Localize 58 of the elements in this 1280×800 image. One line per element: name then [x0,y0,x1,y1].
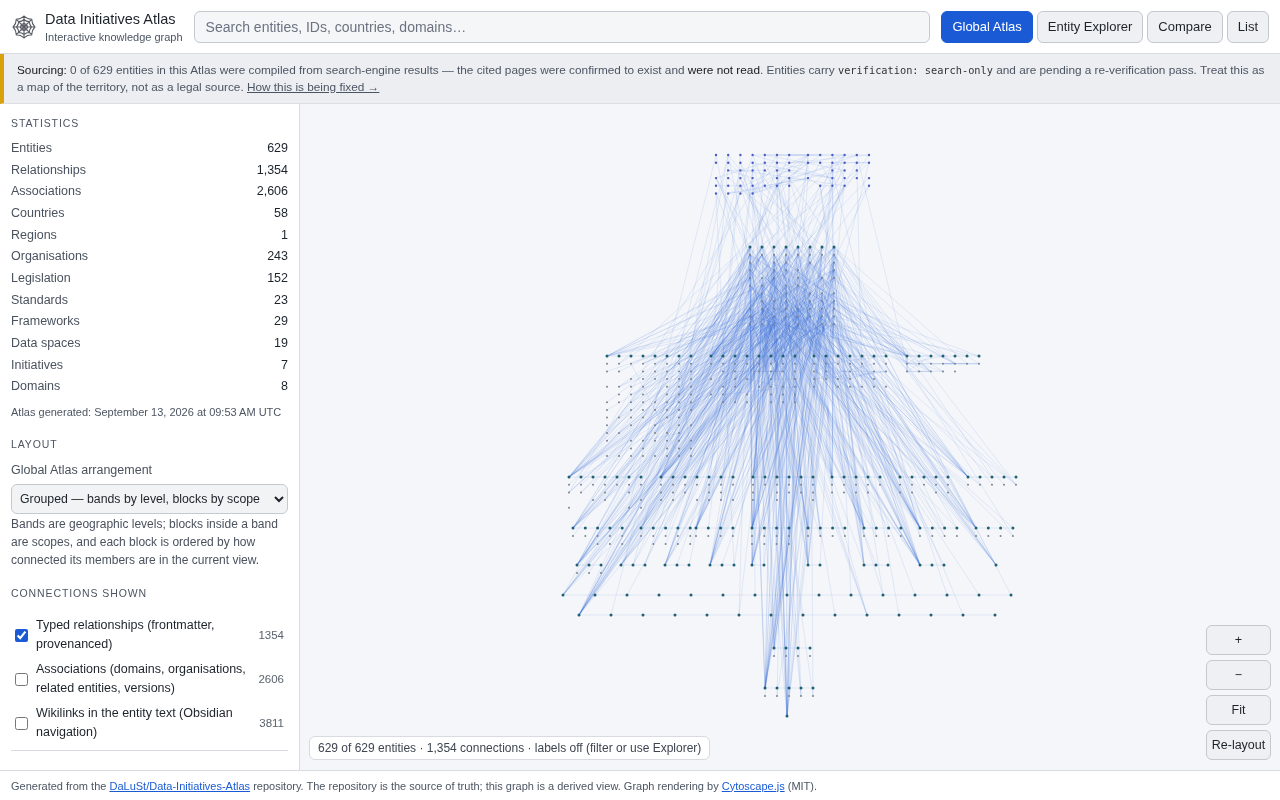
footer-text: Generated from the DaLuSt/Data-Initiatives-Atlas repository. The repository is the source of truth; this graph is a derived view. Graph rendering by Cytoscape.js (MIT). [11,778,818,793]
connection-checkbox[interactable] [15,672,28,686]
stat-value: 1,354 [256,162,288,177]
stat-value: 1 [281,227,288,242]
stat-value: 29 [274,314,288,329]
nav-tab[interactable]: Compare [1147,10,1223,43]
stat-value: 23 [274,292,288,307]
connection-count: 2606 [258,673,285,686]
arrangement-select[interactable]: Grouped — bands by level, blocks by scope [11,484,288,515]
connection-label: Wikilinks in the entity text (Obsidian navigation) [36,705,234,742]
nav-tab[interactable]: List [1226,10,1269,43]
stat-label: Domains [11,379,61,394]
stat-label: Data spaces [11,336,81,351]
stat-label: Organisations [11,249,89,264]
stat-label: Frameworks [11,314,80,329]
stat-value: 7 [281,357,288,372]
stat-value: 58 [274,205,288,220]
section-heading: STATISTICS [11,116,80,130]
stat-label: Initiatives [11,357,64,372]
graph-control-button[interactable]: − [1206,660,1271,690]
stat-value: 19 [274,336,288,351]
connection-count: 1354 [258,629,285,642]
graph-status: 629 of 629 entities · 1,354 connections · labels off (filter or use Explorer) [309,736,711,760]
section-heading: CONNECTIONS SHOWN [11,586,148,601]
stat-value: 152 [267,270,288,285]
nav-tab[interactable]: Global Atlas [941,10,1033,43]
footer-link[interactable]: Cytoscape.js [721,779,785,792]
connection-label: Associations (domains, organisations, related entities, versions) [36,661,247,698]
stat-label: Countries [11,205,65,220]
stat-label: Relationships [11,162,87,177]
stat-label: Legislation [11,270,71,285]
stat-value: 629 [267,140,288,155]
nav-tab[interactable]: Entity Explorer [1036,10,1144,43]
sourcing-notice: Sourcing: 0 of 629 entities in this Atlas were compiled from search-engine results — the cited pages were confirmed to exist and were not read. Entities carry verification: search-only and are pending a re-verification pass. Treat this as a map of the territory, not as a legal source. How this is being fixed → [17,62,1266,96]
connection-checkbox[interactable] [15,716,28,730]
search-field[interactable]: Search entities, IDs, countries, domains… [193,10,931,43]
footer-link[interactable]: DaLuSt/Data-Initiatives-Atlas [109,779,251,792]
section-heading: LAYOUT [11,437,58,452]
stat-value: 2,606 [256,184,288,199]
app-title: Data Initiatives Atlas [45,9,177,28]
graph-control-button[interactable]: + [1206,625,1271,655]
stat-label: Associations [11,184,82,199]
graph-control-button[interactable]: Re-layout [1206,730,1271,760]
layout-description: Bands are geographic levels; blocks inside a band are scopes, and each block is ordered by how connected its members are in the current view. [11,516,279,570]
stat-value: 8 [281,379,288,394]
graph-control-button[interactable]: Fit [1206,695,1271,725]
app-subtitle: Interactive knowledge graph [45,29,183,44]
connection-label: Typed relationships (frontmatter, provenanced) [36,617,216,654]
connection-count: 3811 [259,717,285,730]
cobweb-icon [12,14,36,39]
generated-timestamp: Atlas generated: September 13, 2026 at 09:53 AM UTC [11,405,283,420]
stat-value: 243 [267,249,288,264]
fix-link[interactable]: How this is being fixed → [246,80,380,94]
connection-checkbox[interactable] [15,628,28,642]
arrangement-label: Global Atlas arrangement [11,462,153,480]
stat-label: Standards [11,292,68,307]
stat-label: Entities [11,140,52,155]
stat-label: Regions [11,227,57,242]
